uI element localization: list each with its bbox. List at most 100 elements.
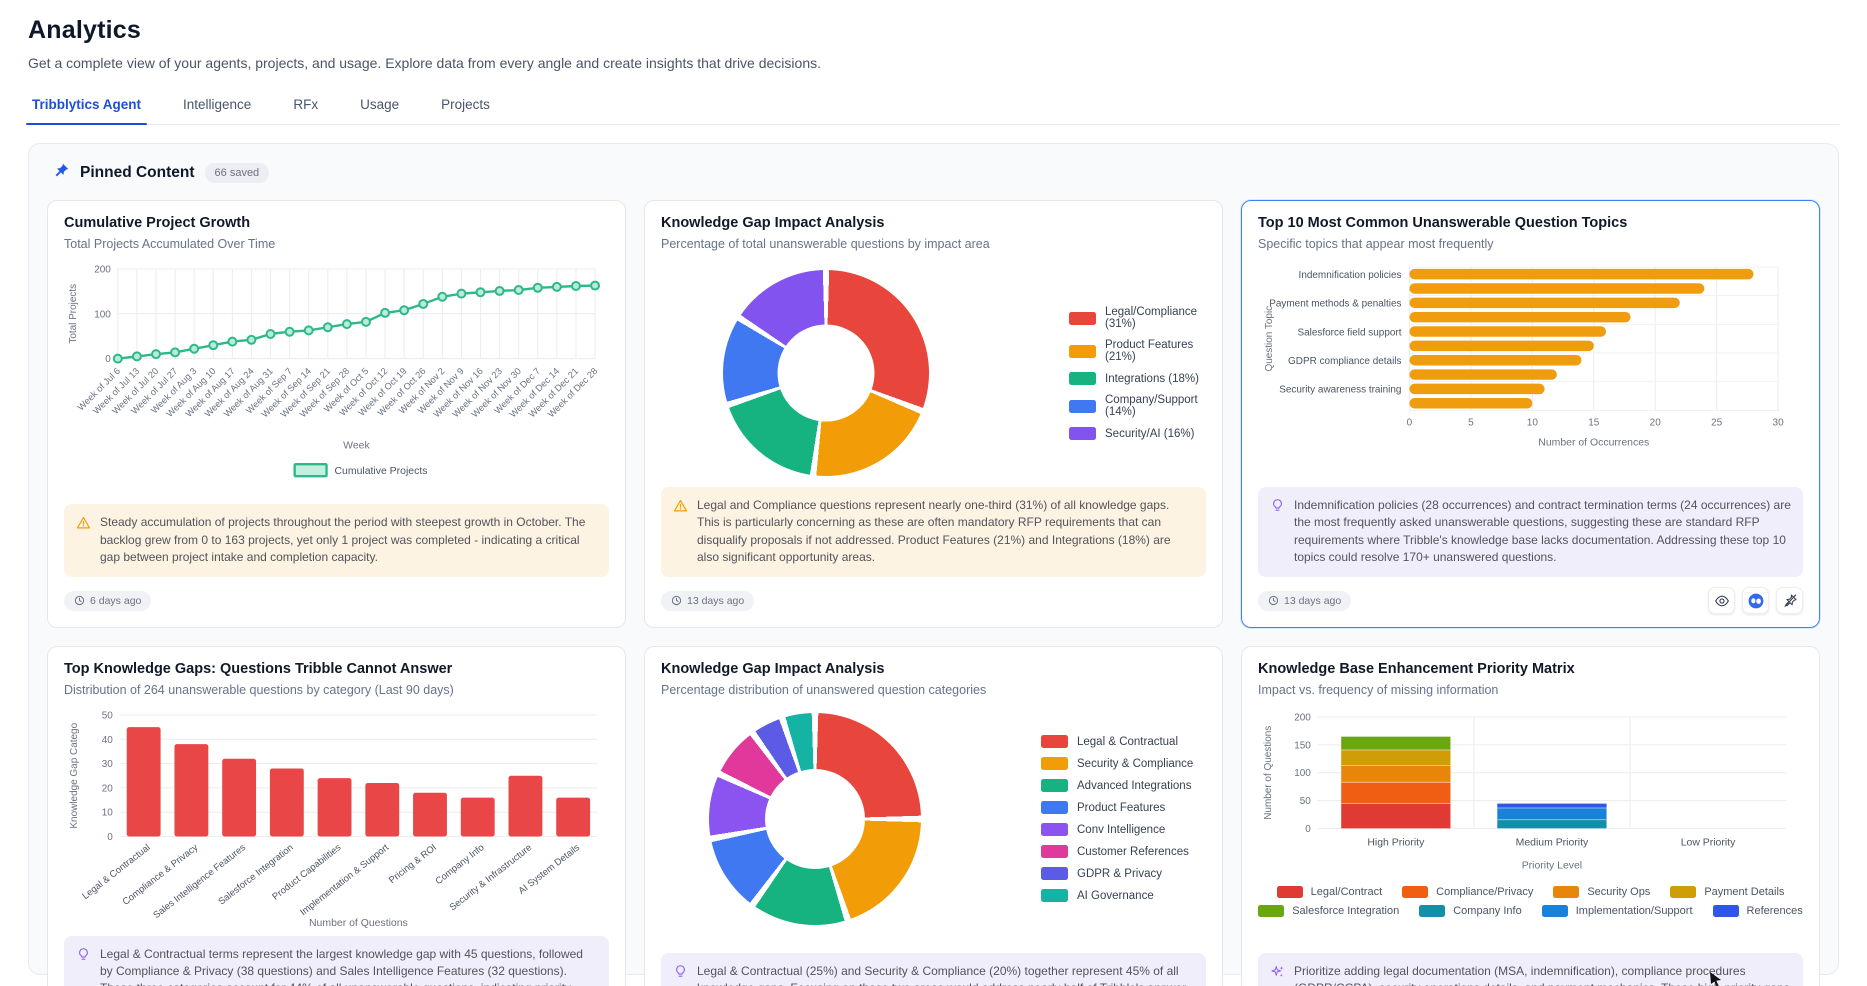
tab-usage[interactable]: Usage — [358, 91, 401, 124]
svg-text:30: 30 — [102, 759, 114, 770]
pin-icon — [53, 162, 70, 184]
tab-tribblytics-agent[interactable]: Tribblytics Agent — [30, 91, 143, 124]
stacked-bar-chart: 050100150200High PriorityMedium Priority… — [1258, 705, 1803, 917]
legend-item: GDPR & Privacy — [1041, 867, 1193, 880]
svg-text:10: 10 — [102, 807, 114, 818]
svg-text:Number of Questions: Number of Questions — [1263, 725, 1274, 819]
lightbulb-icon — [673, 964, 688, 984]
pinned-cards-grid: Cumulative Project Growth Total Projects… — [47, 200, 1820, 986]
legend-item: Company Info — [1419, 905, 1521, 917]
sparkles-icon — [1270, 964, 1285, 984]
pinned-content-header: Pinned Content 66 saved — [47, 162, 1820, 184]
card-subtitle: Distribution of 264 unanswerable questio… — [64, 683, 609, 697]
timestamp-badge: 13 days ago — [661, 591, 754, 611]
insight-text: Steady accumulation of projects througho… — [100, 514, 597, 566]
legend-item: Legal/Compliance (31%) — [1069, 306, 1206, 330]
svg-text:10: 10 — [1527, 417, 1539, 428]
legend-item: Compliance/Privacy — [1402, 886, 1533, 898]
svg-text:20: 20 — [102, 783, 114, 794]
insight-text: Indemnification policies (28 occurrences… — [1294, 497, 1791, 567]
analytics-page: Analytics Get a complete view of your ag… — [0, 0, 1867, 975]
insight-text: Legal & Contractual (25%) and Security &… — [697, 963, 1194, 986]
legend-item: Security/AI (16%) — [1069, 427, 1206, 440]
legend-item: Security Ops — [1553, 886, 1650, 898]
card-subtitle: Total Projects Accumulated Over Time — [64, 237, 609, 251]
tab-projects[interactable]: Projects — [439, 91, 492, 124]
view-button[interactable] — [1708, 587, 1735, 614]
orb-button[interactable] — [1742, 587, 1769, 614]
card-meta: 13 days ago — [661, 587, 1206, 615]
unpin-icon — [1782, 593, 1798, 609]
mouse-cursor — [1710, 972, 1722, 986]
svg-text:100: 100 — [1294, 768, 1311, 779]
warning-icon — [673, 498, 688, 518]
legend-item: Product Features — [1041, 801, 1193, 814]
pinned-content-panel: Pinned Content 66 saved Cumulative Proje… — [28, 143, 1839, 975]
card-top-knowledge-gaps[interactable]: Top Knowledge Gaps: Questions Tribble Ca… — [47, 646, 626, 986]
card-priority-matrix[interactable]: Knowledge Base Enhancement Priority Matr… — [1241, 646, 1820, 986]
legend-item: Product Features (21%) — [1069, 339, 1206, 363]
svg-text:20: 20 — [1650, 417, 1662, 428]
legend-item: Company/Support (14%) — [1069, 394, 1206, 418]
insight-box: Legal and Compliance questions represent… — [661, 487, 1206, 577]
card-title: Knowledge Base Enhancement Priority Matr… — [1258, 661, 1803, 677]
insight-box: Legal & Contractual (25%) and Security &… — [661, 953, 1206, 986]
svg-text:Total Projects: Total Projects — [68, 284, 79, 344]
card-cumulative-project-growth[interactable]: Cumulative Project Growth Total Projects… — [47, 200, 626, 628]
eye-icon — [1714, 593, 1730, 609]
clock-icon — [1268, 595, 1279, 606]
legend-item: Customer References — [1041, 845, 1193, 858]
saved-count-badge: 66 saved — [205, 163, 270, 183]
svg-text:Number of Questions: Number of Questions — [309, 918, 408, 929]
svg-text:Indemnification policies: Indemnification policies — [1299, 270, 1402, 281]
svg-text:100: 100 — [94, 309, 111, 320]
unpin-button[interactable] — [1776, 587, 1803, 614]
svg-text:200: 200 — [94, 264, 111, 275]
card-top10-unanswerable-topics[interactable]: Top 10 Most Common Unanswerable Question… — [1241, 200, 1820, 628]
legend-item: References — [1713, 905, 1803, 917]
legend-item: Security & Compliance — [1041, 757, 1193, 770]
blue-orb-icon — [1748, 593, 1764, 609]
svg-text:Number of Occurrences: Number of Occurrences — [1538, 437, 1649, 448]
clock-icon — [671, 595, 682, 606]
donut-legend: Legal/Compliance (31%) Product Features (… — [1069, 306, 1206, 440]
svg-text:15: 15 — [1588, 417, 1600, 428]
svg-text:Low Priority: Low Priority — [1681, 837, 1736, 848]
svg-text:Payment methods & penalties: Payment methods & penalties — [1269, 299, 1401, 310]
legend-item: Payment Details — [1670, 886, 1784, 898]
lightbulb-icon — [76, 947, 91, 967]
svg-text:40: 40 — [102, 734, 114, 745]
svg-text:5: 5 — [1468, 417, 1474, 428]
legend-item: Salesforce Integration — [1258, 905, 1399, 917]
clock-icon — [74, 595, 85, 606]
svg-text:Implementation & Support: Implementation & Support — [298, 842, 391, 918]
tab-intelligence[interactable]: Intelligence — [181, 91, 253, 124]
card-meta: 6 days ago — [64, 587, 609, 615]
card-knowledge-gap-impact-2[interactable]: Knowledge Gap Impact Analysis Percentage… — [644, 646, 1223, 986]
svg-text:50: 50 — [1300, 796, 1312, 807]
svg-text:200: 200 — [1294, 712, 1311, 723]
page-title: Analytics — [28, 16, 1839, 45]
card-subtitle: Impact vs. frequency of missing informat… — [1258, 683, 1803, 697]
warning-icon — [76, 515, 91, 535]
insight-box: Steady accumulation of projects througho… — [64, 504, 609, 576]
svg-text:Pricing & ROI: Pricing & ROI — [387, 842, 439, 886]
svg-text:Security awareness training: Security awareness training — [1279, 385, 1401, 396]
legend-item: Conv Intelligence — [1041, 823, 1193, 836]
tab-rfx[interactable]: RFx — [291, 91, 320, 124]
svg-text:Knowledge Gap Catego: Knowledge Gap Catego — [69, 722, 80, 828]
svg-text:0: 0 — [1407, 417, 1413, 428]
lightbulb-icon — [1270, 498, 1285, 518]
donut — [709, 713, 921, 925]
svg-text:Medium Priority: Medium Priority — [1516, 837, 1589, 848]
card-actions — [1708, 587, 1803, 614]
card-title: Knowledge Gap Impact Analysis — [661, 661, 1206, 677]
insight-text: Legal & Contractual terms represent the … — [100, 946, 597, 986]
timestamp-badge: 13 days ago — [1258, 591, 1351, 611]
insight-box: Legal & Contractual terms represent the … — [64, 936, 609, 986]
svg-text:Sales Intelligence Features: Sales Intelligence Features — [151, 842, 248, 921]
donut-legend: Legal & ContractualSecurity & Compliance… — [1041, 735, 1193, 902]
card-knowledge-gap-impact-1[interactable]: Knowledge Gap Impact Analysis Percentage… — [644, 200, 1223, 628]
card-subtitle: Specific topics that appear most frequen… — [1258, 237, 1803, 251]
legend-item: AI Governance — [1041, 889, 1193, 902]
